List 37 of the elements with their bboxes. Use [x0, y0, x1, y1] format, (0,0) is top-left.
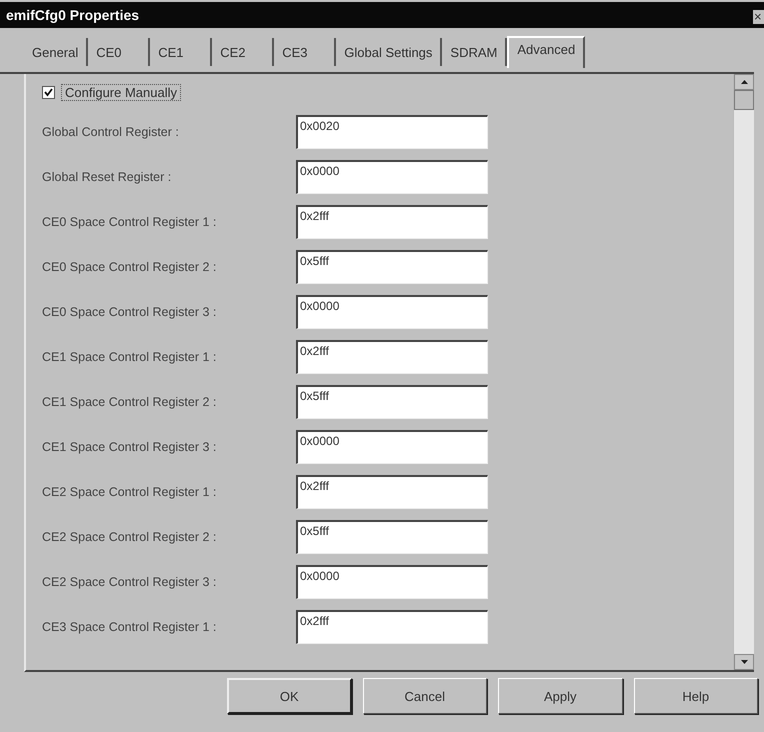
field-label: Global Reset Register : — [42, 170, 172, 184]
tab[interactable]: Advanced — [507, 36, 586, 68]
up-arrow-icon[interactable] — [740, 80, 748, 84]
input-field[interactable]: 0x5fff — [296, 385, 488, 419]
field-label: CE2 Space Control Register 2 : — [42, 530, 218, 544]
dialog-button[interactable]: Apply — [498, 678, 622, 714]
field-label: CE2 Space Control Register 3 : — [42, 575, 218, 589]
field-label: CE2 Space Control Register 1 : — [42, 485, 218, 499]
input-field[interactable]: 0x2fff — [296, 205, 488, 239]
close-button[interactable]: × — [753, 10, 764, 24]
field-label: CE1 Space Control Register 2 : — [42, 395, 218, 409]
input-field[interactable]: 0x0000 — [296, 430, 488, 464]
field-label: CE1 Space Control Register 1 : — [42, 350, 218, 364]
input-field[interactable]: 0x0000 — [296, 295, 488, 329]
field-label: CE0 Space Control Register 1 : — [42, 215, 218, 229]
input-field[interactable]: 0x2fff — [296, 475, 488, 509]
scroll-thumb[interactable] — [734, 90, 754, 110]
field-label: CE3 Space Control Register 1 : — [42, 620, 218, 634]
dialog-button[interactable]: Cancel — [362, 678, 487, 714]
window-title: emifCfg0 Properties — [6, 7, 140, 23]
input-field[interactable]: 0x2fff — [296, 610, 488, 644]
field-label: Global Control Register : — [42, 125, 180, 139]
checkbox[interactable] — [42, 86, 55, 99]
input-field[interactable]: 0x5fff — [296, 250, 488, 284]
field-label: CE0 Space Control Register 3 : — [42, 305, 218, 319]
down-arrow-icon[interactable] — [740, 660, 748, 664]
input-field[interactable]: 0x0000 — [296, 160, 488, 194]
dialog-button[interactable]: OK — [227, 678, 352, 714]
input-field[interactable]: 0x5fff — [296, 520, 488, 554]
scrollbar[interactable] — [733, 74, 754, 670]
field-label: CE0 Space Control Register 2 : — [42, 260, 218, 274]
checkbox-label[interactable]: Configure Manually — [61, 84, 182, 101]
dialog-button[interactable]: Help — [634, 678, 758, 714]
field-label: CE1 Space Control Register 3 : — [42, 440, 218, 454]
input-field[interactable]: 0x2fff — [296, 340, 488, 374]
input-field[interactable]: 0x0000 — [296, 565, 488, 599]
input-field[interactable]: 0x0020 — [296, 115, 488, 149]
